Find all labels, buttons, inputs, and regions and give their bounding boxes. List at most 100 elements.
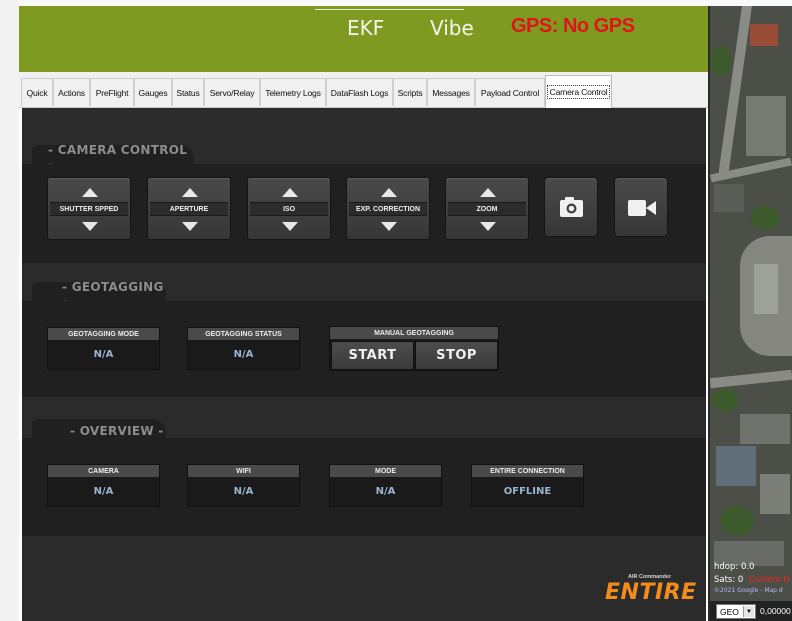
zoom-label: ZOOM: [448, 202, 526, 216]
entire-connection-status-box: ENTIRE CONNECTION OFFLINE: [471, 464, 584, 507]
tab-label: Messages: [432, 87, 470, 98]
take-photo-button[interactable]: [544, 177, 598, 237]
map-trees: [710, 46, 732, 76]
chevron-down-icon: ▼: [743, 606, 754, 617]
sats-count: Sats: 0: [714, 575, 744, 585]
map-trees: [750, 206, 780, 230]
zoom-up-button[interactable]: [480, 188, 496, 197]
manual-geotagging-caption: MANUAL GEOTAGGING: [330, 327, 498, 339]
exposure-correction-label: EXP. CORRECTION: [349, 202, 427, 216]
iso-control: ISO: [247, 177, 331, 240]
manual-geotagging-box: MANUAL GEOTAGGING START STOP: [329, 326, 499, 371]
video-camera-icon: [628, 200, 656, 216]
camera-status-caption: CAMERA: [48, 465, 159, 477]
tab-label: Telemetry Logs: [265, 87, 321, 98]
tab-dataflash-logs[interactable]: DataFlash Logs: [326, 78, 393, 106]
geotagging-status-caption: GEOTAGGING STATUS: [188, 328, 299, 340]
tab-gauges[interactable]: Gauges: [134, 78, 172, 106]
aperture-down-button[interactable]: [182, 222, 198, 231]
aperture-control: APERTURE: [147, 177, 231, 240]
camera-status-box: CAMERA N/A: [47, 464, 160, 507]
camera-icon: [560, 197, 583, 217]
stop-geotagging-button[interactable]: STOP: [415, 341, 498, 370]
map-building: [754, 264, 778, 314]
coordinate-value: 0,00000: [760, 606, 791, 616]
entire-logo: ENTIRE: [605, 580, 697, 605]
map-parking: [714, 184, 744, 212]
camera-status-value: N/A: [93, 486, 114, 497]
map-copyright: ©2021 Google - Map d: [714, 587, 783, 594]
tab-payload-control[interactable]: Payload Control: [475, 78, 545, 106]
map-trees: [720, 506, 754, 536]
mode-status-box: MODE N/A: [329, 464, 442, 507]
geotagging-mode-caption: GEOTAGGING MODE: [48, 328, 159, 340]
map-building: [750, 24, 778, 46]
tab-label: Servo/Relay: [209, 87, 255, 98]
exposure-correction-up-button[interactable]: [381, 188, 397, 197]
map-building: [740, 414, 790, 444]
ekf-label[interactable]: EKF: [347, 16, 384, 40]
map-trees: [712, 388, 738, 412]
tab-status[interactable]: Status: [172, 78, 204, 106]
entire-connection-caption: ENTIRE CONNECTION: [472, 465, 583, 477]
satellite-map[interactable]: hdop: 0.0 Sats: 0 Current H ©2021 Google…: [710, 6, 792, 621]
hdop-readout: hdop: 0.0: [714, 562, 755, 572]
zoom-control: ZOOM: [445, 177, 529, 240]
tab-servo-relay[interactable]: Servo/Relay: [204, 78, 260, 106]
tab-preflight[interactable]: PreFlight: [90, 78, 134, 106]
wifi-status-box: WIFI N/A: [187, 464, 300, 507]
status-header: EKF Vibe GPS: No GPS: [19, 6, 708, 72]
geotagging-mode-box: GEOTAGGING MODE N/A: [47, 327, 160, 370]
tab-label: Gauges: [138, 87, 168, 98]
ekf-indicator-line: [315, 9, 417, 10]
map-building: [760, 474, 790, 514]
aperture-label: APERTURE: [150, 202, 228, 216]
shutter-speed-control: SHUTTER SPPED: [47, 177, 131, 240]
tab-label: Status: [176, 87, 200, 98]
map-building: [716, 446, 756, 486]
iso-label: ISO: [250, 202, 328, 216]
geotagging-status-value: N/A: [233, 349, 254, 360]
shutter-speed-down-button[interactable]: [82, 222, 98, 231]
zoom-down-button[interactable]: [480, 222, 496, 231]
tab-telemetry-logs[interactable]: Telemetry Logs: [260, 78, 326, 106]
aperture-up-button[interactable]: [182, 188, 198, 197]
geotagging-status-box: GEOTAGGING STATUS N/A: [187, 327, 300, 370]
tab-quick[interactable]: Quick: [21, 78, 53, 106]
coordinate-bar: GEO ▼ 0,00000: [710, 601, 792, 621]
sats-readout: Sats: 0 Current H: [714, 575, 790, 585]
tab-label: PreFlight: [95, 87, 129, 98]
record-video-button[interactable]: [614, 177, 668, 237]
iso-down-button[interactable]: [282, 222, 298, 231]
coordinate-system-select[interactable]: GEO ▼: [716, 604, 756, 619]
start-geotagging-button[interactable]: START: [331, 341, 414, 370]
tab-scripts[interactable]: Scripts: [393, 78, 427, 106]
tab-actions[interactable]: Actions: [53, 78, 90, 106]
mode-status-value: N/A: [375, 486, 396, 497]
shutter-speed-label: SHUTTER SPPED: [50, 202, 128, 216]
left-margin: [0, 0, 19, 621]
vibe-indicator-line: [404, 9, 464, 10]
map-road: [710, 369, 792, 389]
tab-label: Payload Control: [480, 87, 540, 98]
tab-messages[interactable]: Messages: [427, 78, 475, 106]
map-building: [746, 96, 786, 156]
exposure-correction-control: EXP. CORRECTION: [346, 177, 430, 240]
camera-control-panel: - CAMERA CONTROL - SHUTTER SPPED APERTUR…: [22, 108, 706, 621]
tab-label: Camera Control: [546, 85, 611, 99]
geotagging-mode-value: N/A: [93, 349, 114, 360]
vibe-label[interactable]: Vibe: [430, 16, 474, 40]
tab-label: Quick: [26, 87, 48, 98]
tab-bar: Quick Actions PreFlight Gauges Status Se…: [19, 72, 708, 108]
mode-status-caption: MODE: [330, 465, 441, 477]
entire-connection-value: OFFLINE: [503, 486, 552, 497]
gps-status: GPS: No GPS: [511, 15, 635, 37]
shutter-speed-up-button[interactable]: [82, 188, 98, 197]
iso-up-button[interactable]: [282, 188, 298, 197]
current-home-label: Current H: [748, 575, 790, 585]
wifi-status-caption: WIFI: [188, 465, 299, 477]
tab-label: Scripts: [397, 87, 423, 98]
coordinate-system-value: GEO: [720, 606, 739, 617]
exposure-correction-down-button[interactable]: [381, 222, 397, 231]
tab-camera-control[interactable]: Camera Control: [545, 75, 612, 108]
